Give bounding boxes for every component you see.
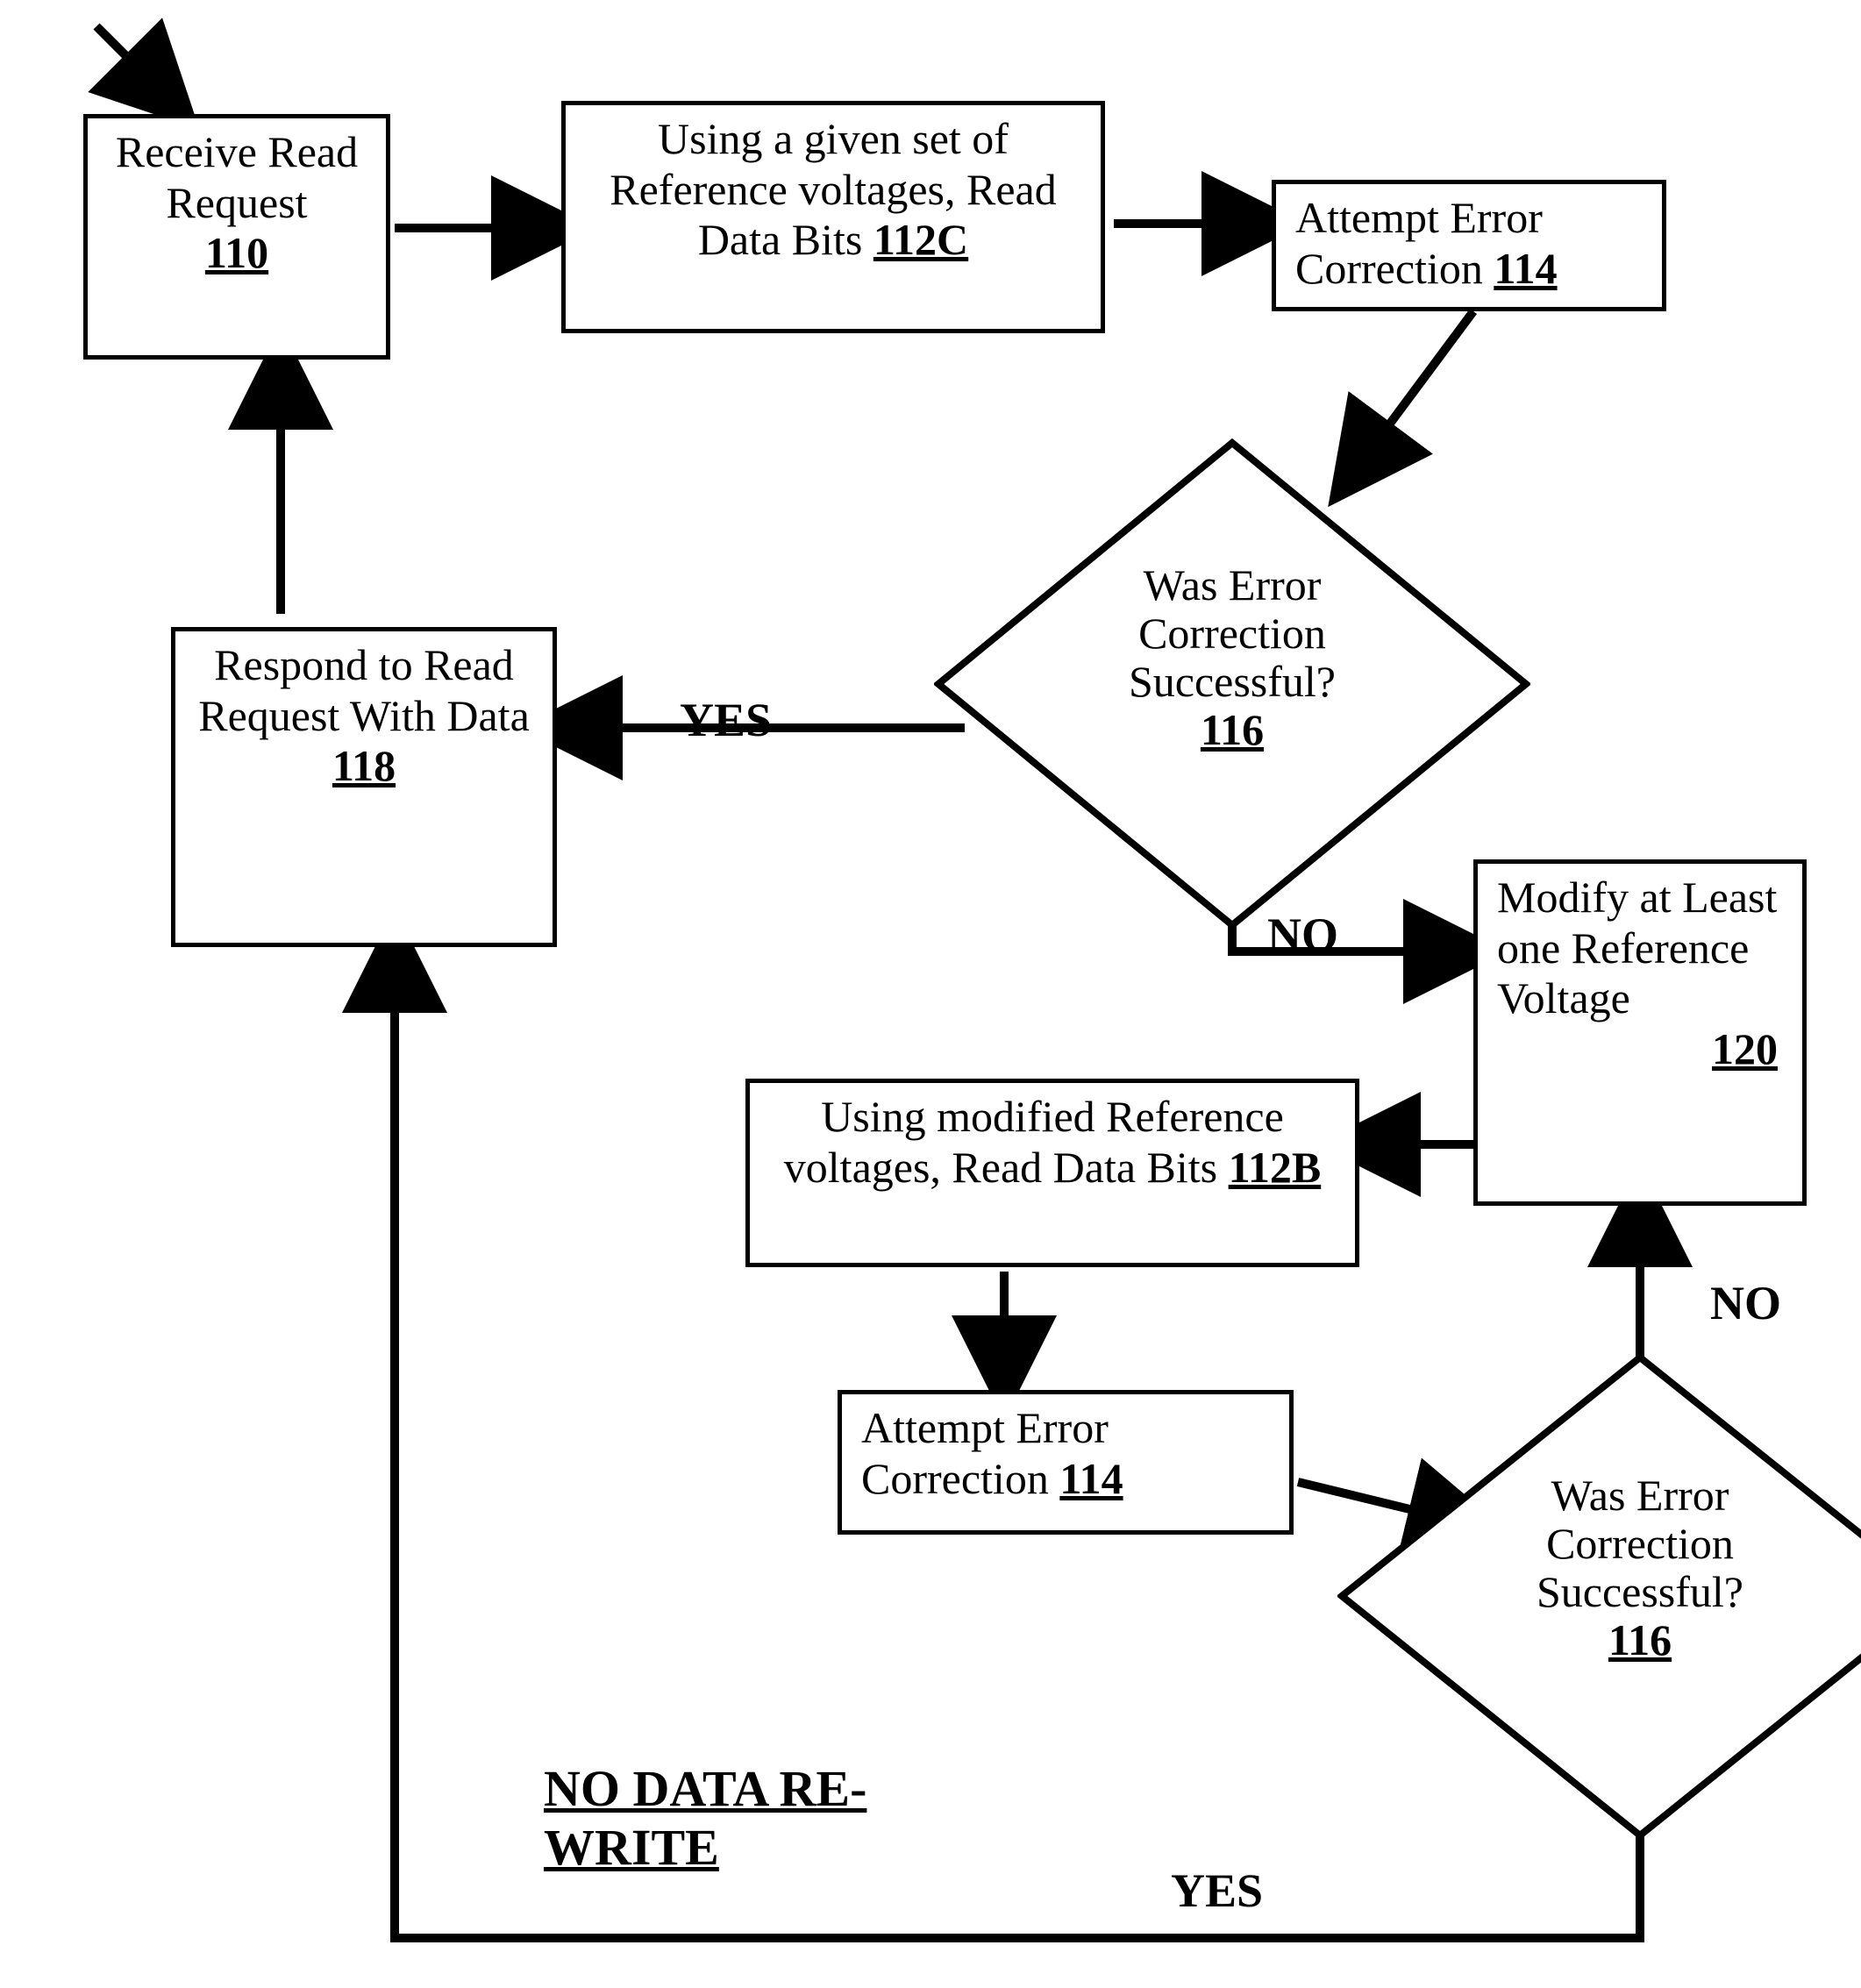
process-ref: 110 [205, 228, 268, 277]
decision-line3: Successful? [1129, 657, 1336, 706]
process-text: Respond to Read Request With Data [198, 640, 530, 740]
decision-line1: Was Error [1551, 1471, 1729, 1520]
process-text: Using modified Reference voltages, Read … [784, 1092, 1284, 1192]
process-ref: 118 [332, 741, 396, 790]
decision-ref: 116 [1201, 705, 1264, 754]
process-text: Receive Read Request [116, 127, 358, 227]
label-no-1: NO [1267, 908, 1338, 962]
decision-line1: Was Error [1144, 560, 1322, 609]
decision-ref: 116 [1608, 1615, 1672, 1664]
process-ref: 120 [1497, 1024, 1790, 1075]
process-modify-reference-voltage: Modify at Least one Reference Voltage 12… [1473, 859, 1807, 1206]
decision-was-error-correction-successful-1: Was Error Correction Successful? 116 [934, 438, 1530, 930]
process-text: Modify at Least one Reference Voltage [1497, 873, 1777, 1023]
process-ref: 114 [1494, 244, 1557, 293]
note-no-data-rewrite: NO DATA RE-WRITE [544, 1760, 895, 1877]
label-yes-1: YES [680, 693, 772, 747]
flowchart: Receive Read Request 110 Using a given s… [0, 0, 1861, 1988]
decision-line2: Correction [1138, 609, 1326, 658]
process-attempt-error-correction-2: Attempt Error Correction 114 [838, 1390, 1294, 1535]
process-respond-with-data: Respond to Read Request With Data 118 [171, 627, 557, 947]
process-text: Using a given set of Reference voltages,… [610, 114, 1056, 264]
process-attempt-error-correction-1: Attempt Error Correction 114 [1272, 180, 1666, 311]
process-ref: 112C [873, 215, 968, 264]
entry-arrow [96, 26, 162, 92]
decision-line2: Correction [1546, 1519, 1734, 1568]
process-ref: 112B [1229, 1143, 1322, 1192]
decision-line3: Successful? [1537, 1567, 1743, 1616]
process-read-data-bits-modified-voltages: Using modified Reference voltages, Read … [745, 1079, 1359, 1267]
label-no-2: NO [1710, 1276, 1781, 1330]
label-yes-2: YES [1171, 1863, 1263, 1918]
decision-was-error-correction-successful-2: Was Error Correction Successful? 116 [1337, 1353, 1861, 1840]
process-ref: 114 [1059, 1454, 1123, 1503]
process-read-data-bits-given-voltages: Using a given set of Reference voltages,… [561, 101, 1105, 333]
process-receive-read-request: Receive Read Request 110 [83, 114, 390, 360]
